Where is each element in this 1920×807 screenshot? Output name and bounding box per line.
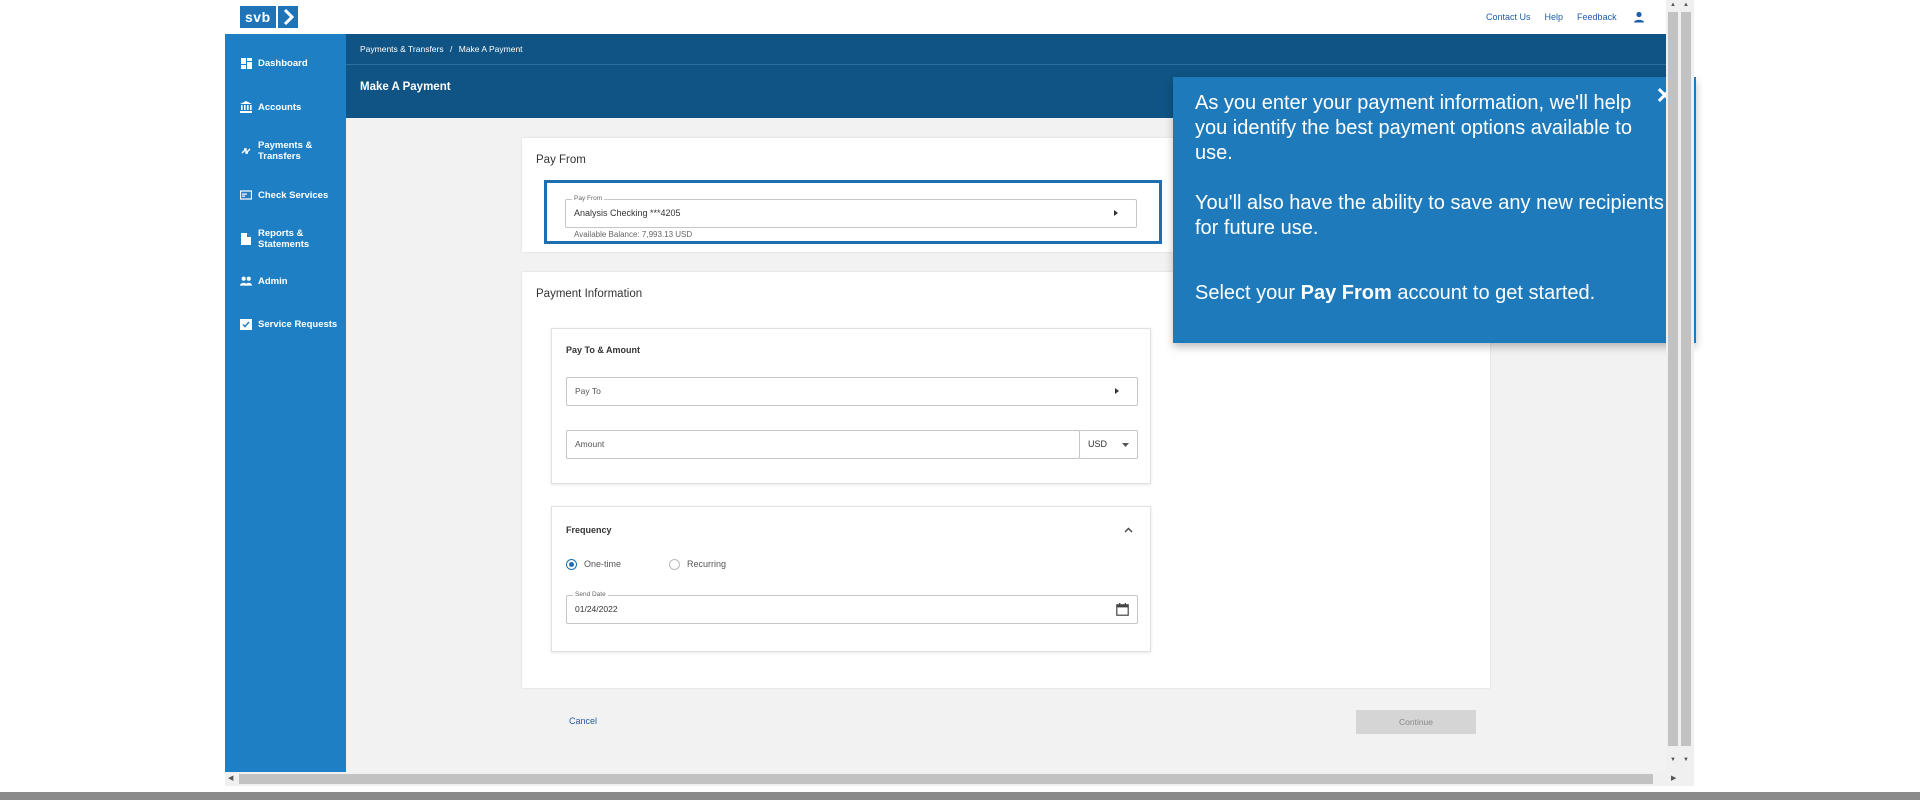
clipboard-check-icon [240, 318, 252, 330]
window-bottom-edge [0, 792, 1920, 800]
pay-to-amount-title: Pay To & Amount [566, 345, 640, 355]
tooltip-bold-text: Pay From [1300, 282, 1392, 304]
one-time-radio[interactable] [566, 559, 577, 570]
continue-button[interactable]: Continue [1356, 710, 1476, 734]
dashboard-icon [240, 57, 252, 69]
cancel-link[interactable]: Cancel [569, 716, 597, 726]
chevron-up-icon[interactable] [1124, 527, 1133, 533]
top-links: Contact Us Help Feedback [1486, 11, 1645, 23]
amount-field[interactable]: Amount [566, 430, 1080, 459]
one-time-label: One-time [584, 559, 622, 569]
horizontal-scrollbar[interactable]: ◀ ▶ [225, 772, 1694, 786]
sidebar-item-label: Accounts [258, 101, 302, 113]
sidebar-item-payments-transfers[interactable]: Payments & Transfers [240, 140, 316, 162]
sidebar-item-check-services[interactable]: Check Services [240, 189, 328, 201]
frequency-panel: Frequency One-time Recurring Send Date 0… [551, 506, 1151, 652]
caret-right-icon [1115, 388, 1119, 394]
breadcrumb-parent-link[interactable]: Payments & Transfers [360, 44, 444, 54]
breadcrumb-current: Make A Payment [458, 44, 523, 54]
page-title: Make A Payment [360, 81, 451, 93]
scroll-down-icon[interactable]: ▼ [1683, 757, 1689, 763]
sidebar-item-label: Reports & Statements [258, 228, 310, 250]
send-date-label: Send Date [573, 591, 608, 598]
sidebar-item-label: Admin [258, 275, 288, 287]
sidebar-item-label: Check Services [258, 189, 329, 201]
sidebar-item-label: Dashboard [258, 57, 308, 69]
scroll-up-icon[interactable]: ▲ [1670, 2, 1676, 8]
pay-from-field-label: Pay From [572, 195, 605, 202]
logo-text: svb [240, 6, 276, 28]
bank-icon [240, 101, 252, 113]
payment-info-section-title: Payment Information [536, 288, 643, 300]
currency-select[interactable]: USD [1079, 430, 1138, 459]
sidebar-item-reports-statements[interactable]: Reports & Statements [240, 228, 316, 250]
tooltip-text: account to get started. [1391, 282, 1596, 304]
sidebar-item-accounts[interactable]: Accounts [240, 101, 301, 113]
scroll-up-icon[interactable]: ▲ [1683, 2, 1689, 8]
dropdown-arrow-icon [1122, 443, 1129, 447]
tooltip-text: Select your [1195, 282, 1301, 304]
header-divider [346, 64, 1666, 65]
svb-logo[interactable]: svb [240, 6, 298, 28]
contact-us-link[interactable]: Contact Us [1486, 12, 1531, 22]
pay-to-amount-panel: Pay To & Amount Pay To Amount USD [551, 328, 1151, 484]
user-icon[interactable] [1633, 11, 1645, 23]
scrollbar-thumb[interactable] [239, 774, 1653, 784]
document-icon [240, 233, 252, 245]
breadcrumb-separator: / [450, 44, 453, 54]
sidebar-item-dashboard[interactable]: Dashboard [240, 57, 308, 69]
help-link[interactable]: Help [1545, 12, 1564, 22]
feedback-link[interactable]: Feedback [1577, 12, 1617, 22]
pay-from-section-title: Pay From [536, 154, 586, 166]
tooltip-paragraph-2: You'll also have the ability to save any… [1195, 192, 1664, 239]
pay-from-value: Analysis Checking ***4205 [574, 208, 681, 218]
scroll-down-icon[interactable]: ▼ [1670, 757, 1676, 763]
frequency-title: Frequency [566, 525, 612, 535]
pay-from-highlight: Pay From Analysis Checking ***4205 Avail… [544, 180, 1162, 244]
transfer-icon [240, 145, 252, 157]
people-icon [240, 275, 252, 287]
sidebar-item-label: Service Requests [258, 318, 338, 330]
currency-value: USD [1088, 439, 1108, 449]
tooltip-paragraph-3: Select your Pay From account to get star… [1195, 281, 1665, 306]
calendar-icon[interactable] [1116, 603, 1129, 616]
recurring-label: Recurring [687, 559, 727, 569]
pay-from-select[interactable]: Pay From Analysis Checking ***4205 [565, 195, 1137, 228]
logo-chevron-icon [277, 6, 298, 28]
available-balance: Available Balance: 7,993.13 USD [574, 230, 693, 239]
amount-placeholder: Amount [575, 439, 605, 449]
pay-to-select[interactable]: Pay To [566, 377, 1138, 406]
tooltip-paragraph-1: As you enter your payment information, w… [1195, 92, 1632, 164]
send-date-field[interactable]: Send Date 01/24/2022 [566, 591, 1138, 624]
sidebar: Dashboard Accounts Payments & Transfers … [225, 34, 346, 772]
vertical-scrollbar[interactable]: ▲ ▲ ▼ ▼ [1666, 0, 1694, 772]
check-icon [240, 189, 252, 201]
breadcrumb: Payments & Transfers / Make A Payment [360, 44, 523, 54]
sidebar-item-admin[interactable]: Admin [240, 275, 288, 287]
sidebar-item-label: Payments & Transfers [258, 140, 313, 162]
caret-right-icon [1114, 210, 1118, 216]
pay-to-placeholder: Pay To [575, 386, 601, 396]
sidebar-item-service-requests[interactable]: Service Requests [240, 318, 337, 330]
send-date-value: 01/24/2022 [575, 604, 618, 614]
scrollbar-thumb[interactable] [1681, 12, 1691, 746]
recurring-radio[interactable] [669, 559, 680, 570]
scroll-right-icon[interactable]: ▶ [1671, 774, 1676, 782]
scrollbar-thumb[interactable] [1668, 12, 1678, 746]
scroll-left-icon[interactable]: ◀ [228, 774, 233, 782]
onboarding-tooltip: ✕ As you enter your payment information,… [1173, 77, 1696, 343]
